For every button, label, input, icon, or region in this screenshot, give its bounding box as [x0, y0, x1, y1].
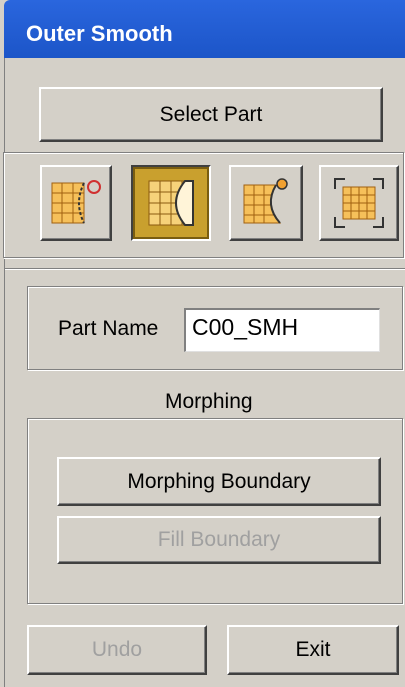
- inner-boundary-button[interactable]: [131, 165, 211, 241]
- select-part-label: Select Part: [159, 102, 263, 126]
- mode-icon-group: [3, 152, 404, 258]
- outer-boundary-circle-icon: [51, 180, 101, 224]
- fill-boundary-button[interactable]: Fill Boundary: [57, 516, 381, 564]
- morphing-boundary-label: Morphing Boundary: [127, 469, 311, 493]
- morphing-group: Morphing Boundary Fill Boundary: [27, 418, 403, 604]
- morphing-title: Morphing: [165, 390, 253, 413]
- exit-label: Exit: [295, 638, 331, 661]
- corner-point-button[interactable]: [229, 165, 303, 241]
- morphing-boundary-button[interactable]: Morphing Boundary: [57, 457, 381, 506]
- outer-boundary-circle-button[interactable]: [40, 165, 112, 241]
- full-surface-button[interactable]: [319, 165, 399, 241]
- inner-boundary-icon: [148, 180, 194, 226]
- part-name-label: Part Name: [58, 317, 159, 340]
- full-surface-icon: [334, 178, 384, 228]
- fill-boundary-label: Fill Boundary: [157, 528, 281, 551]
- title-bar: Outer Smooth: [4, 0, 405, 58]
- select-part-button[interactable]: Select Part: [39, 87, 383, 142]
- part-name-field[interactable]: C00_SMH: [184, 308, 380, 352]
- corner-point-icon: [243, 178, 288, 224]
- exit-button[interactable]: Exit: [227, 625, 399, 675]
- undo-label: Undo: [91, 638, 143, 661]
- dialog-panel: Select Part Part Name C00_SMH Morphing M…: [3, 58, 405, 687]
- part-name-group: Part Name C00_SMH: [27, 286, 403, 370]
- divider: [5, 268, 405, 270]
- window-title: Outer Smooth: [26, 21, 173, 46]
- undo-button[interactable]: Undo: [27, 625, 207, 675]
